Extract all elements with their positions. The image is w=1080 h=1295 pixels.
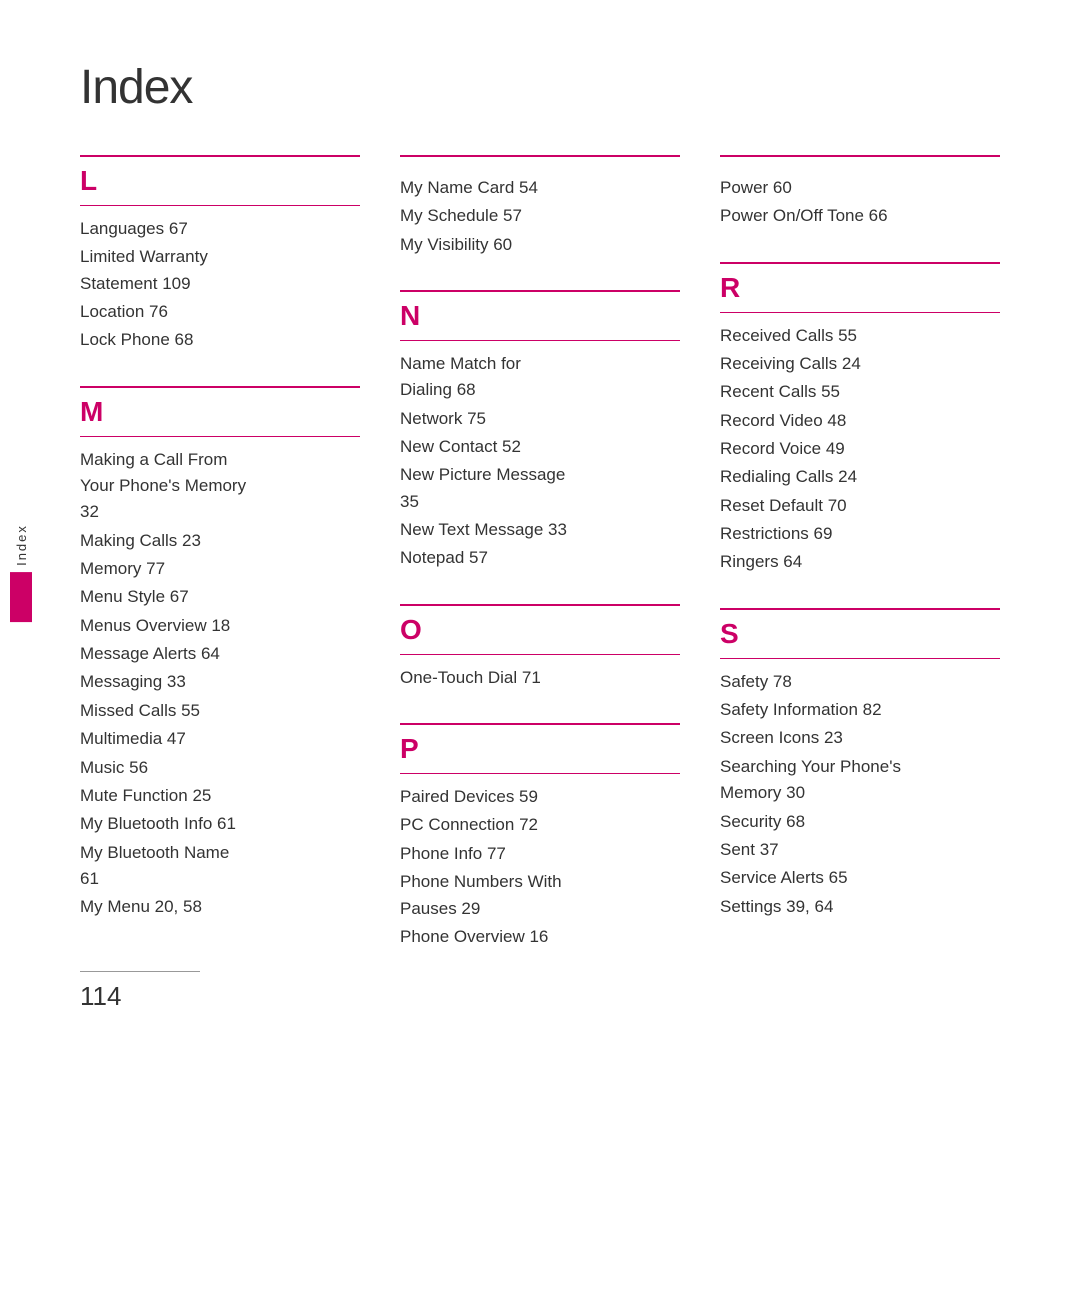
entry-mute-function: Mute Function 25 (80, 783, 360, 809)
page-title: Index (80, 60, 1000, 115)
entry-my-bluetooth-info: My Bluetooth Info 61 (80, 811, 360, 837)
entry-power: Power 60 (720, 175, 1000, 201)
section-R: R Received Calls 55 Receiving Calls 24 R… (720, 268, 1000, 578)
entry-redialing-calls: Redialing Calls 24 (720, 464, 1000, 490)
entry-music: Music 56 (80, 755, 360, 781)
entry-searching-phone: Searching Your Phone'sMemory 30 (720, 754, 1000, 807)
entry-phone-overview: Phone Overview 16 (400, 924, 680, 950)
section-divider-before-N (400, 290, 680, 292)
section-divider-before-R (720, 262, 1000, 264)
entry-menus-overview: Menus Overview 18 (80, 613, 360, 639)
section-N: N Name Match forDialing 68 Network 75 Ne… (400, 296, 680, 574)
entry-making-calls: Making Calls 23 (80, 528, 360, 554)
entry-paired-devices: Paired Devices 59 (400, 784, 680, 810)
section-O: O One-Touch Dial 71 (400, 610, 680, 693)
entry-my-schedule: My Schedule 57 (400, 203, 680, 229)
section-P-cont: Power 60 Power On/Off Tone 66 (720, 161, 1000, 232)
entry-receiving-calls: Receiving Calls 24 (720, 351, 1000, 377)
entry-memory: Memory 77 (80, 556, 360, 582)
section-letter-O: O (400, 614, 680, 646)
entry-safety-information: Safety Information 82 (720, 697, 1000, 723)
section-letter-S: S (720, 618, 1000, 650)
entry-recent-calls: Recent Calls 55 (720, 379, 1000, 405)
entry-my-visibility: My Visibility 60 (400, 232, 680, 258)
section-divider-P (400, 773, 680, 774)
side-tab: Index (10, 524, 32, 622)
entry-sent: Sent 37 (720, 837, 1000, 863)
entry-messaging: Messaging 33 (80, 669, 360, 695)
entry-ringers: Ringers 64 (720, 549, 1000, 575)
section-divider-M (80, 436, 360, 437)
entry-settings: Settings 39, 64 (720, 894, 1000, 920)
section-divider-S (720, 658, 1000, 659)
section-M: M Making a Call FromYour Phone's Memory3… (80, 392, 360, 923)
side-tab-label: Index (14, 524, 29, 566)
entry-reset-default: Reset Default 70 (720, 493, 1000, 519)
section-divider-before-P (400, 723, 680, 725)
entry-lock-phone: Lock Phone 68 (80, 327, 360, 353)
entry-new-contact: New Contact 52 (400, 434, 680, 460)
section-letter-M: M (80, 396, 360, 428)
page-number: 114 (80, 981, 121, 1012)
section-letter-L: L (80, 165, 360, 197)
entry-multimedia: Multimedia 47 (80, 726, 360, 752)
entry-my-menu: My Menu 20, 58 (80, 894, 360, 920)
entry-new-text-message: New Text Message 33 (400, 517, 680, 543)
entry-safety: Safety 78 (720, 669, 1000, 695)
column-1: L Languages 67 Limited WarrantyStatement… (80, 155, 360, 982)
top-divider-col2 (400, 155, 680, 157)
entry-phone-info: Phone Info 77 (400, 841, 680, 867)
entry-making-call: Making a Call FromYour Phone's Memory32 (80, 447, 360, 526)
section-divider-before-M (80, 386, 360, 388)
column-3: Power 60 Power On/Off Tone 66 R Received… (720, 155, 1000, 982)
entry-name-match: Name Match forDialing 68 (400, 351, 680, 404)
side-tab-bar (10, 572, 32, 622)
section-divider-N (400, 340, 680, 341)
bottom-divider (80, 971, 200, 972)
entry-message-alerts: Message Alerts 64 (80, 641, 360, 667)
section-M-cont: My Name Card 54 My Schedule 57 My Visibi… (400, 161, 680, 260)
entry-limited-warranty: Limited WarrantyStatement 109 (80, 244, 360, 297)
columns-wrapper: L Languages 67 Limited WarrantyStatement… (80, 155, 1000, 982)
entry-menu-style: Menu Style 67 (80, 584, 360, 610)
entry-screen-icons: Screen Icons 23 (720, 725, 1000, 751)
section-divider-O (400, 654, 680, 655)
entry-restrictions: Restrictions 69 (720, 521, 1000, 547)
section-S: S Safety 78 Safety Information 82 Screen… (720, 614, 1000, 922)
section-L: L Languages 67 Limited WarrantyStatement… (80, 161, 360, 356)
section-divider-before-O (400, 604, 680, 606)
section-letter-R: R (720, 272, 1000, 304)
entry-location: Location 76 (80, 299, 360, 325)
entry-power-on-off: Power On/Off Tone 66 (720, 203, 1000, 229)
entry-security: Security 68 (720, 809, 1000, 835)
entry-notepad: Notepad 57 (400, 545, 680, 571)
entry-one-touch-dial: One-Touch Dial 71 (400, 665, 680, 691)
entry-service-alerts: Service Alerts 65 (720, 865, 1000, 891)
entry-new-picture-message: New Picture Message35 (400, 462, 680, 515)
entry-record-video: Record Video 48 (720, 408, 1000, 434)
entry-network: Network 75 (400, 406, 680, 432)
page-container: Index L Languages 67 Limited WarrantySta… (0, 0, 1080, 1042)
column-2: My Name Card 54 My Schedule 57 My Visibi… (400, 155, 680, 982)
top-divider-col3 (720, 155, 1000, 157)
entry-my-name-card: My Name Card 54 (400, 175, 680, 201)
section-letter-N: N (400, 300, 680, 332)
section-divider-L (80, 205, 360, 206)
entry-record-voice: Record Voice 49 (720, 436, 1000, 462)
top-divider-col1 (80, 155, 360, 157)
entry-missed-calls: Missed Calls 55 (80, 698, 360, 724)
entry-pc-connection: PC Connection 72 (400, 812, 680, 838)
entry-my-bluetooth-name: My Bluetooth Name61 (80, 840, 360, 893)
section-P: P Paired Devices 59 PC Connection 72 Pho… (400, 729, 680, 952)
section-letter-P: P (400, 733, 680, 765)
section-divider-R (720, 312, 1000, 313)
entry-languages: Languages 67 (80, 216, 360, 242)
entry-phone-numbers: Phone Numbers WithPauses 29 (400, 869, 680, 922)
entry-received-calls: Received Calls 55 (720, 323, 1000, 349)
section-divider-before-S (720, 608, 1000, 610)
